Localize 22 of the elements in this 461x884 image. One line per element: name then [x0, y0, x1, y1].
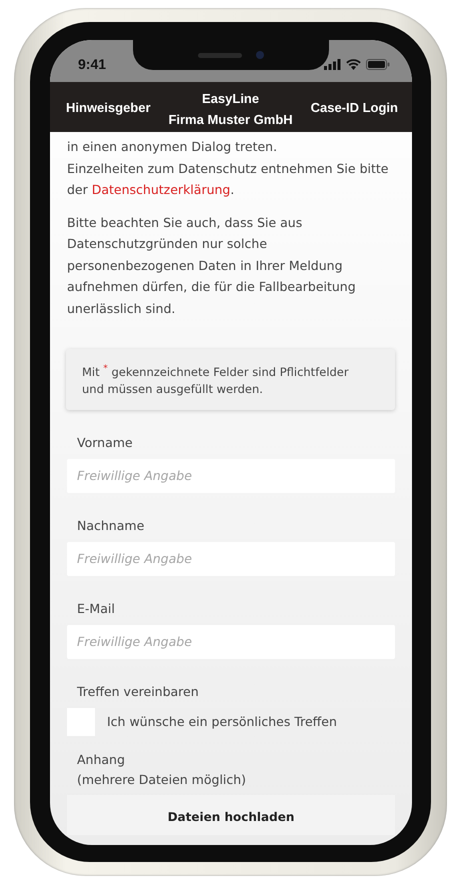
input-field[interactable]: Freiwillige Angabe: [67, 458, 395, 493]
signal-icon: [324, 58, 341, 70]
field-label: Anhang (mehrere Dateien möglich): [77, 750, 248, 789]
paragraph: Bitte beachten Sie auch, dass Sie aus Datenschutzgründen nur solche personenbezogenen Daten in Ihrer Meldung aufnehmen dürfen, die für die Fallbearbeitung unerlässlich sind.: [67, 214, 357, 318]
checkbox-label[interactable]: Ich wünsche ein persönliches Treffen: [107, 714, 337, 730]
nav-link[interactable]: Hinweisgeber: [66, 100, 151, 114]
field-label: Vorname: [77, 434, 134, 451]
login-link[interactable]: Case-ID Login: [310, 100, 398, 114]
input-field[interactable]: Freiwillige Angabe: [67, 542, 395, 576]
company-name: Firma Muster GmbH: [168, 111, 293, 129]
paragraph: in einen anonymen Dialog treten. Einzelheiten zum Datenschutz entnehmen Sie bitte der Datenschutzerklärung.: [67, 138, 390, 199]
notice-text: Mit $^{*}$ gekennzeichnete Felder sind Pflichtfelder und müssen ausgefüllt werden.: [66, 349, 395, 410]
brand-title: EasyLine: [202, 90, 260, 108]
field-label: Treffen vereinbaren: [77, 682, 200, 700]
battery-icon: [366, 58, 390, 70]
field-label: E-Mail: [77, 600, 116, 617]
privacy-link[interactable]: Datenschutzerklärung: [92, 182, 230, 197]
wifi-icon: [346, 58, 361, 70]
input-field[interactable]: Freiwillige Angabe: [67, 624, 395, 659]
field-label: Nachname: [77, 516, 146, 534]
status-time: 9:41: [78, 56, 106, 72]
upload-button[interactable]: Dateien hochladen: [67, 794, 395, 835]
